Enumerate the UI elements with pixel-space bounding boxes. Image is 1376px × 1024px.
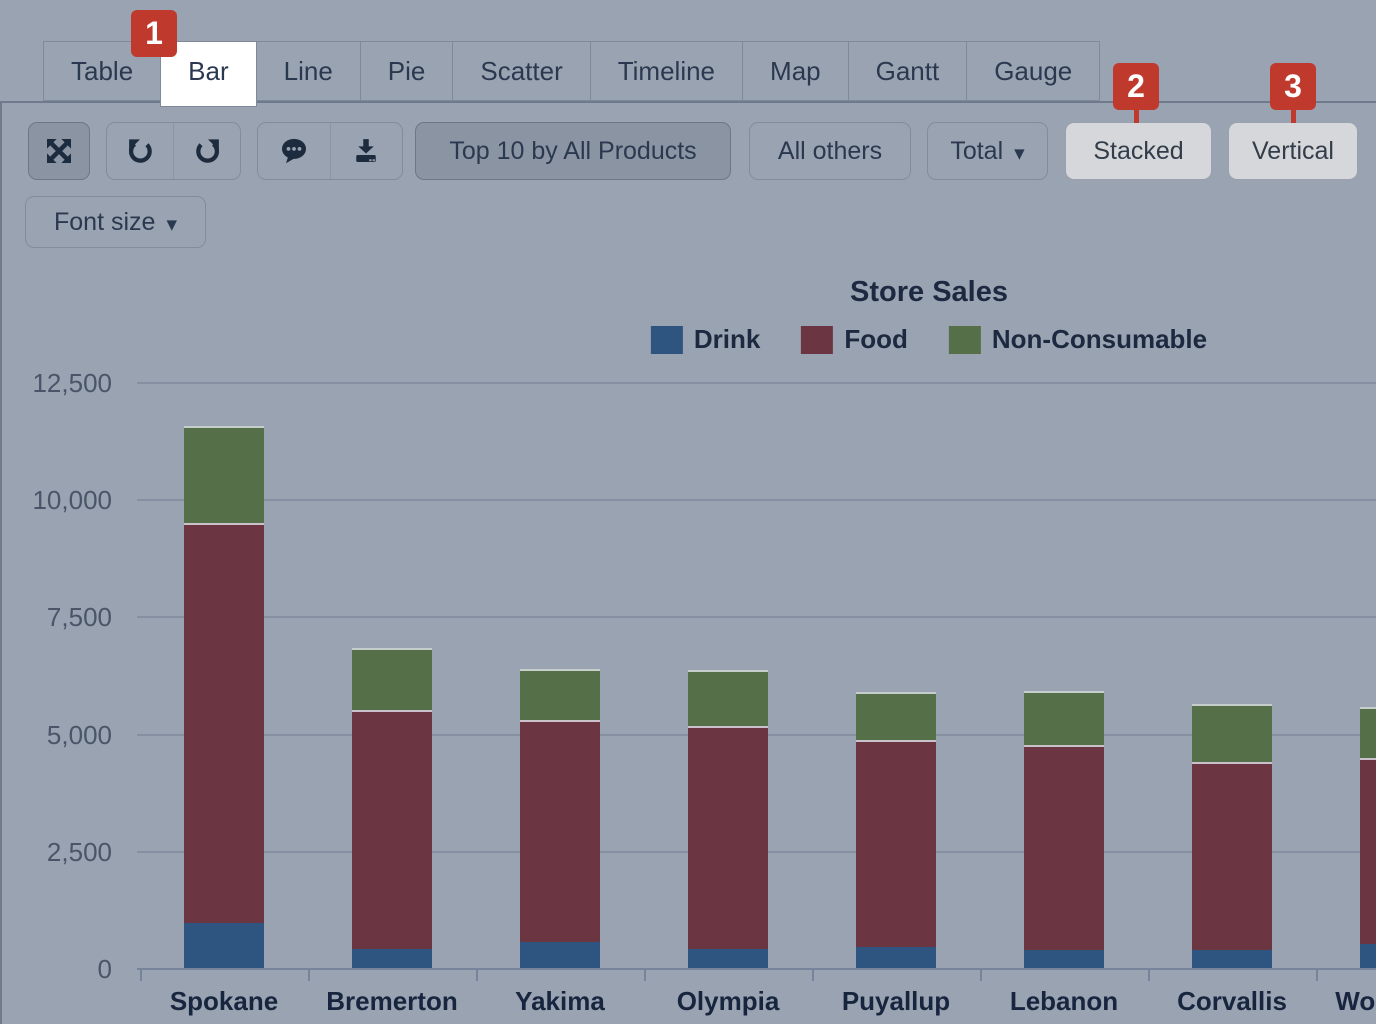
tab-gantt[interactable]: Gantt — [848, 41, 968, 101]
badge-number: 2 — [1127, 68, 1145, 105]
annotation-badge-2: 2 — [1113, 63, 1159, 110]
top10-filter-button[interactable]: Top 10 by All Products — [415, 122, 731, 180]
comment-icon — [278, 136, 310, 166]
stacked-label: Stacked — [1093, 137, 1183, 166]
vertical-toggle-button[interactable]: Vertical — [1228, 122, 1358, 180]
badge-number: 1 — [145, 15, 163, 52]
total-label: Total — [950, 137, 1003, 166]
view-tabs: TableBarLinePieScatterTimelineMapGanttGa… — [43, 41, 1100, 107]
comment-button[interactable] — [258, 123, 330, 179]
stacked-toggle-button[interactable]: Stacked — [1065, 122, 1212, 180]
vertical-label: Vertical — [1252, 137, 1334, 166]
tab-gauge[interactable]: Gauge — [966, 41, 1100, 101]
font-size-label: Font size — [54, 208, 155, 237]
all-others-button[interactable]: All others — [749, 122, 911, 180]
tab-line[interactable]: Line — [256, 41, 361, 101]
expand-arrows-icon — [43, 135, 75, 167]
redo-icon — [192, 136, 223, 167]
tab-pie[interactable]: Pie — [360, 41, 454, 101]
font-size-dropdown[interactable]: Font size ▾ — [25, 196, 206, 248]
app-window: Store Sales DrinkFoodNon-Consumable 02,5… — [0, 0, 1376, 1024]
total-dropdown[interactable]: Total ▾ — [927, 122, 1048, 180]
download-icon — [350, 136, 382, 166]
tab-scatter[interactable]: Scatter — [452, 41, 590, 101]
undo-button[interactable] — [107, 123, 173, 179]
workspace-panel-border — [0, 101, 1376, 1024]
redo-button[interactable] — [174, 123, 240, 179]
annotation-badge-1: 1 — [131, 10, 177, 57]
badge-pointer — [1291, 110, 1296, 123]
fullscreen-button[interactable] — [28, 122, 90, 180]
comment-export-group — [257, 122, 403, 180]
caret-down-icon: ▾ — [166, 212, 177, 237]
annotation-badge-3: 3 — [1270, 63, 1316, 110]
tab-map[interactable]: Map — [742, 41, 849, 101]
top10-filter-label: Top 10 by All Products — [449, 137, 696, 166]
tab-timeline[interactable]: Timeline — [590, 41, 743, 101]
all-others-label: All others — [778, 137, 882, 166]
export-button[interactable] — [331, 123, 403, 179]
caret-down-icon: ▾ — [1014, 141, 1025, 166]
badge-number: 3 — [1284, 68, 1302, 105]
badge-pointer — [1134, 110, 1139, 123]
undo-redo-group — [106, 122, 241, 180]
undo-icon — [125, 136, 156, 167]
